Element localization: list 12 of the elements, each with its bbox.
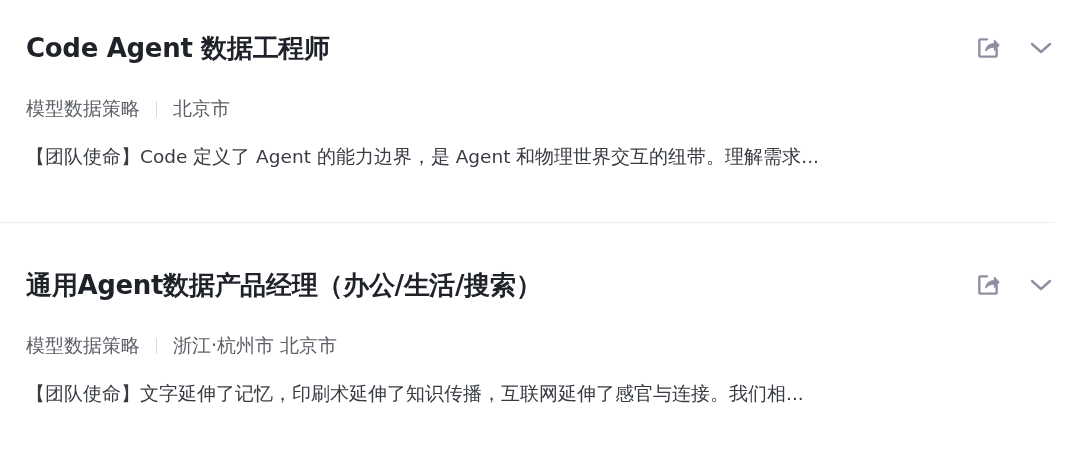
department-label: 模型数据策略 (26, 333, 140, 358)
share-icon[interactable] (975, 35, 1001, 61)
share-icon[interactable] (975, 272, 1001, 298)
job-title[interactable]: 通用Agent数据产品经理（办公/生活/搜索） (26, 267, 542, 303)
job-description: 【团队使命】文字延伸了记忆，印刷术延伸了知识传播，互联网延伸了感官与连接。我们相... (26, 382, 805, 406)
department-label: 模型数据策略 (26, 96, 140, 121)
job-description: 【团队使命】Code 定义了 Agent 的能力边界，是 Agent 和物理世界交互的纽带。理解需求... (26, 145, 820, 169)
location-label: 北京市 (173, 96, 230, 121)
chevron-down-icon[interactable] (1029, 278, 1053, 292)
chevron-down-icon[interactable] (1029, 41, 1053, 55)
job-title[interactable]: Code Agent 数据工程师 (26, 30, 330, 66)
location-label: 浙江·杭州市 北京市 (173, 333, 338, 358)
